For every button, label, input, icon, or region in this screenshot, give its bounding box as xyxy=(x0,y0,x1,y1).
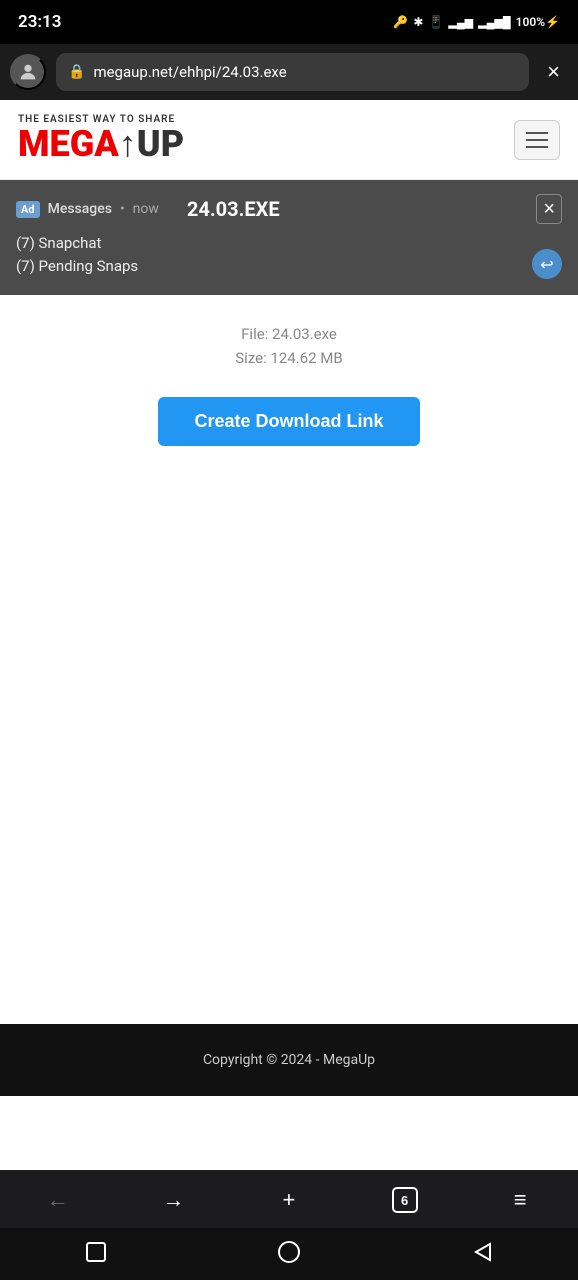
circle-icon xyxy=(275,1238,303,1266)
address-bar: 🔒 megaup.net/ehhpi/24.03.exe × xyxy=(0,44,578,100)
hamburger-line-2 xyxy=(526,139,548,141)
key-icon: 🔑 xyxy=(393,15,408,29)
square-icon xyxy=(82,1238,110,1266)
browser-nav-bar: ← → + 6 ≡ xyxy=(0,1170,578,1228)
footer-copyright: Copyright © 2024 - MegaUp xyxy=(203,1052,375,1068)
system-nav xyxy=(0,1228,578,1280)
logo-arrow: ↑ xyxy=(119,123,137,165)
file-name-label: File: 24.03.exe xyxy=(20,325,558,343)
avatar-button[interactable] xyxy=(10,54,46,90)
status-bar: 23:13 🔑 ✱ 📱 ▂▄▆ ▂▄▆█ 100%⚡ xyxy=(0,0,578,44)
notification-time: now xyxy=(133,201,159,217)
user-icon xyxy=(17,61,39,83)
tabs-count: 6 xyxy=(392,1187,418,1213)
notification-header-left: Ad Messages • now 24.03.EXE xyxy=(16,197,280,221)
hamburger-button[interactable] xyxy=(514,120,560,160)
notification-line-2: (7) Pending Snaps xyxy=(16,255,562,278)
notification-overlay: Ad Messages • now 24.03.EXE × (7) Snapch… xyxy=(0,180,578,295)
signal-icon-2: ▂▄▆█ xyxy=(478,16,511,29)
tabs-button[interactable]: 6 xyxy=(381,1181,429,1219)
logo-mega: MEGA xyxy=(18,123,119,165)
hamburger-line-1 xyxy=(526,132,548,134)
create-download-link-button[interactable]: Create Download Link xyxy=(158,397,419,446)
close-tab-button[interactable]: × xyxy=(539,55,568,89)
recents-system-button[interactable] xyxy=(468,1238,496,1266)
notification-body: (7) Snapchat (7) Pending Snaps xyxy=(16,232,562,277)
site-footer: Copyright © 2024 - MegaUp xyxy=(0,1024,578,1096)
signal-icon: ▂▄▆ xyxy=(448,16,473,29)
logo-text-container: MEGA↑UP xyxy=(18,123,184,165)
main-content: File: 24.03.exe Size: 124.62 MB Create D… xyxy=(0,295,578,715)
notification-line-1: (7) Snapchat xyxy=(16,232,562,255)
url-bar[interactable]: 🔒 megaup.net/ehhpi/24.03.exe xyxy=(56,53,529,91)
home-system-button[interactable] xyxy=(275,1238,303,1266)
site-header: THE EASIEST WAY TO SHARE MEGA↑UP xyxy=(0,100,578,180)
hamburger-line-3 xyxy=(526,146,548,148)
back-button[interactable]: ← xyxy=(34,1181,82,1219)
notification-app-name: Messages xyxy=(48,201,112,217)
file-size-label: Size: 124.62 MB xyxy=(20,349,558,367)
notification-header: Ad Messages • now 24.03.EXE × xyxy=(16,194,562,224)
phone-icon: 📱 xyxy=(428,15,443,29)
notification-reply-icon[interactable]: ↩ xyxy=(532,249,562,279)
logo-up: UP xyxy=(137,123,184,165)
back-system-button[interactable] xyxy=(82,1238,110,1266)
bluetooth-icon: ✱ xyxy=(413,15,423,29)
lock-icon: 🔒 xyxy=(68,64,85,80)
new-tab-button[interactable]: + xyxy=(265,1181,313,1219)
status-time: 23:13 xyxy=(18,12,61,32)
battery-icon: 100%⚡ xyxy=(516,15,560,29)
notification-close-button[interactable]: × xyxy=(536,194,562,224)
url-text: megaup.net/ehhpi/24.03.exe xyxy=(93,63,517,81)
notification-dot: • xyxy=(120,201,125,217)
empty-space xyxy=(0,715,578,1165)
ad-badge: Ad xyxy=(16,201,40,218)
status-icons: 🔑 ✱ 📱 ▂▄▆ ▂▄▆█ 100%⚡ xyxy=(393,15,560,29)
browser-menu-button[interactable]: ≡ xyxy=(496,1181,544,1219)
logo: THE EASIEST WAY TO SHARE MEGA↑UP xyxy=(18,114,184,165)
notification-title-inline: 24.03.EXE xyxy=(187,197,280,221)
forward-button[interactable]: → xyxy=(149,1181,197,1219)
triangle-back-icon xyxy=(468,1238,496,1266)
